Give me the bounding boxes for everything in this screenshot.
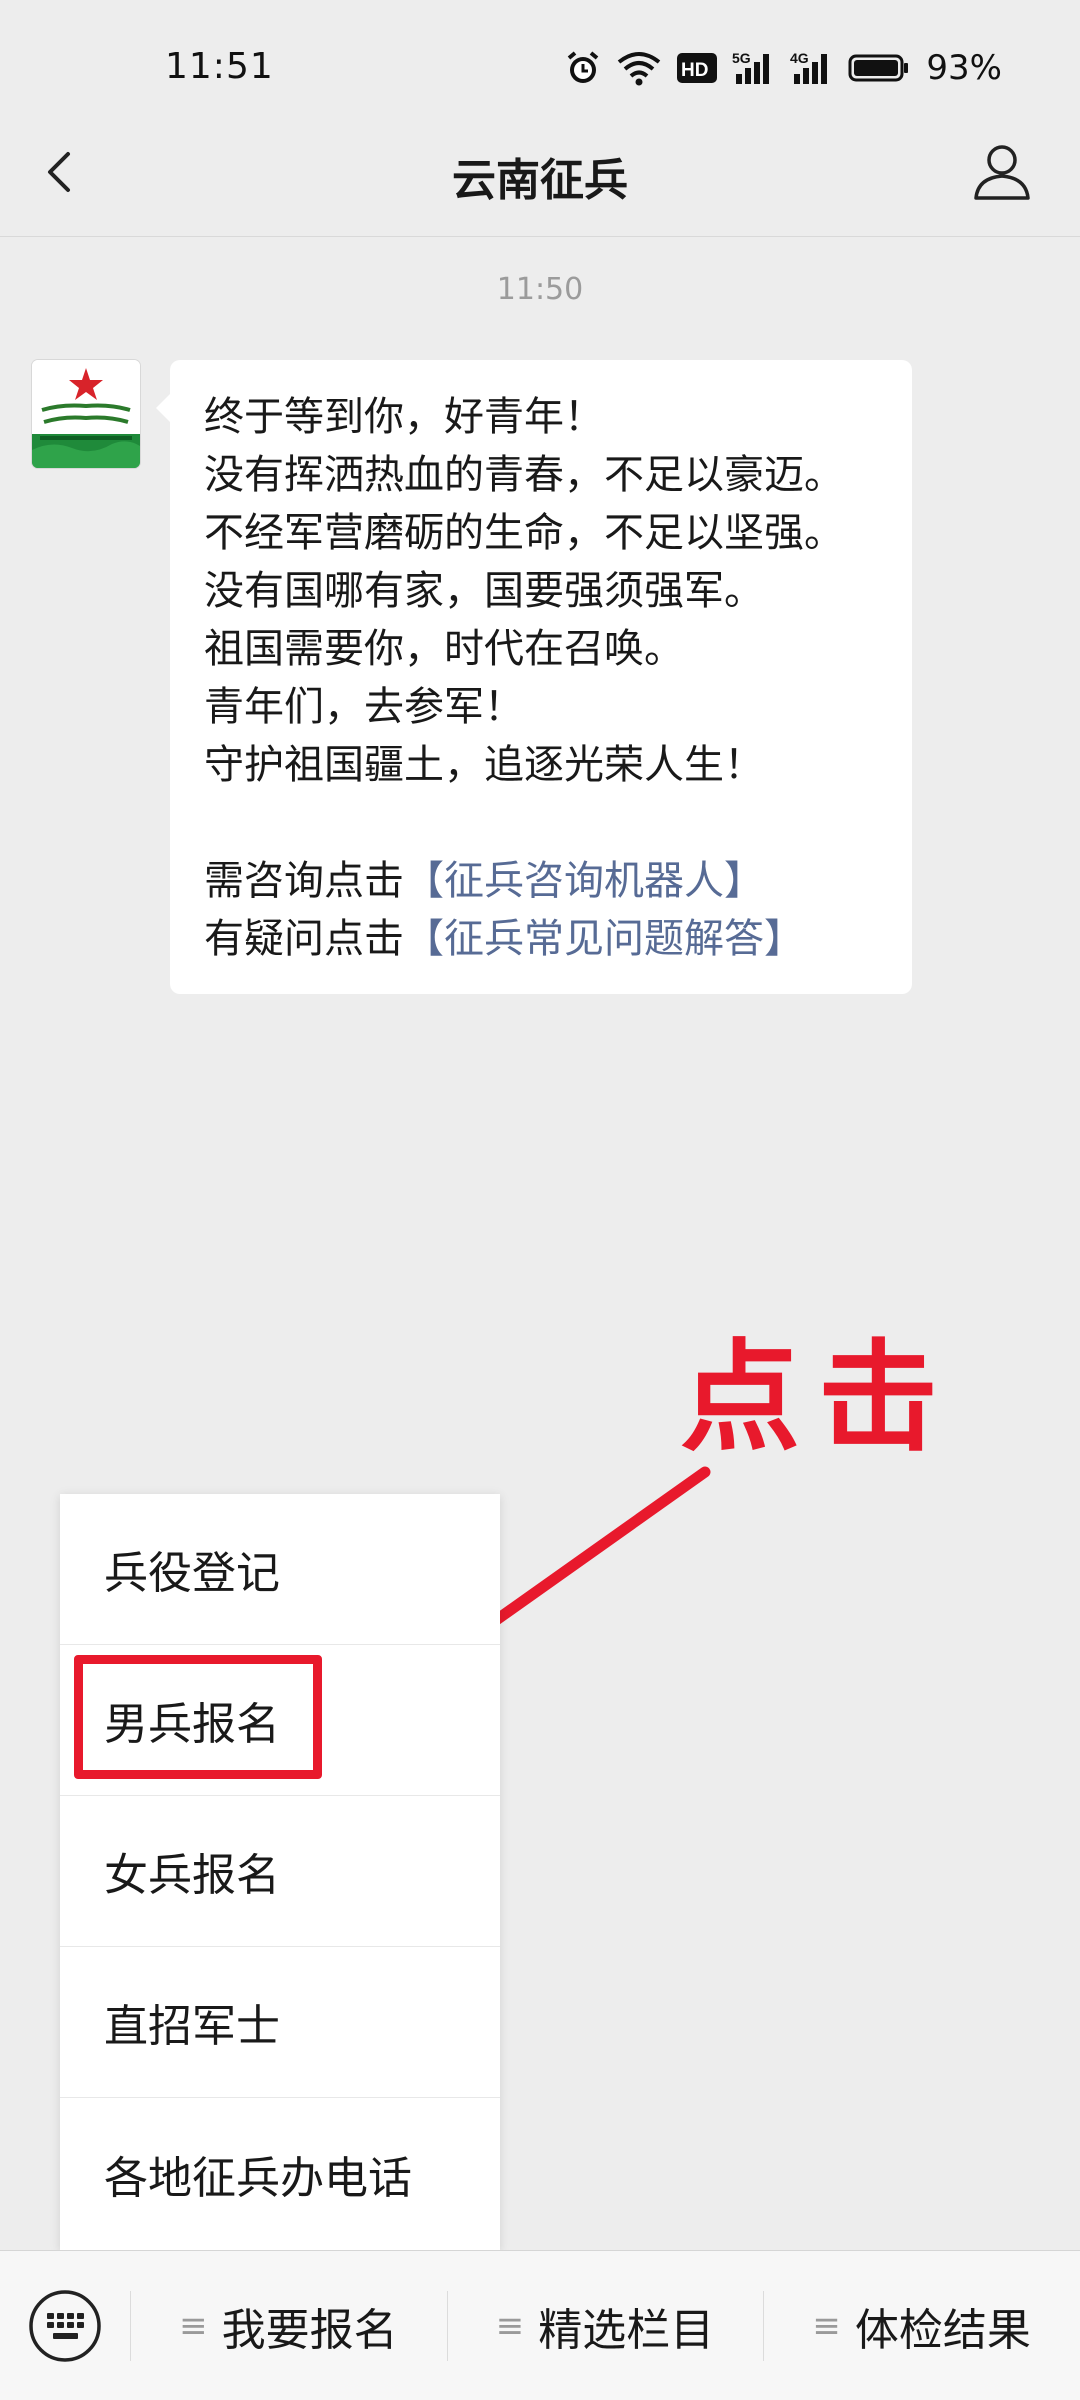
message-bubble: 终于等到你，好青年！ 没有挥洒热血的青春，不足以豪迈。 不经军营磨砺的生命，不足… — [156, 360, 912, 994]
profile-button[interactable] — [970, 140, 1034, 204]
svg-text:HD: HD — [681, 60, 708, 81]
annotation-click-label: 点击 — [680, 1329, 956, 1468]
tab-label: 体检结果 — [854, 2305, 1031, 2356]
status-time: 11:51 — [165, 46, 274, 87]
hd-icon: HD — [676, 51, 718, 85]
alarm-icon — [564, 49, 602, 87]
keyboard-toggle-button[interactable] — [0, 2251, 130, 2400]
faq-prefix: 有疑问点击 — [204, 916, 404, 962]
message-line: 守护祖国疆土，追逐光荣人生！ — [204, 742, 764, 788]
message-line: 祖国需要你，时代在召唤。 — [204, 626, 684, 672]
menu-item-local-office-phone[interactable]: 各地征兵办电话 — [60, 2098, 500, 2249]
menu-item-female-enlistment[interactable]: 女兵报名 — [60, 1796, 500, 1947]
consult-prefix: 需咨询点击 — [204, 858, 404, 904]
menu-item-military-registration[interactable]: 兵役登记 — [60, 1494, 500, 1645]
menu-lines-icon: ≡ — [495, 2306, 525, 2346]
menu-item-label: 兵役登记 — [104, 1548, 280, 1599]
menu-item-male-enlistment[interactable]: 男兵报名 — [60, 1645, 500, 1796]
tab-enlist[interactable]: ≡ 我要报名 — [130, 2251, 447, 2400]
svg-text:5G: 5G — [732, 50, 751, 66]
message-line: 青年们，去参军！ — [204, 684, 524, 730]
bottom-menu-bar: ≡ 我要报名 ≡ 精选栏目 ≡ 体检结果 — [0, 2250, 1080, 2400]
svg-text:4G: 4G — [790, 50, 809, 66]
yunnan-recruit-logo — [32, 360, 140, 468]
tab-featured[interactable]: ≡ 精选栏目 — [446, 2251, 764, 2400]
chat-timestamp: 11:50 — [496, 272, 584, 307]
5g-signal-icon: 5G — [732, 50, 776, 86]
status-icons: HD 5G 4G 93% — [564, 48, 1002, 88]
menu-lines-icon: ≡ — [179, 2306, 208, 2346]
tab-medical-results[interactable]: ≡ 体检结果 — [763, 2251, 1080, 2400]
tab-label: 我要报名 — [221, 2305, 398, 2356]
avatar[interactable] — [32, 360, 140, 468]
tab-label: 精选栏目 — [538, 2305, 715, 2356]
annotation-highlight-box — [74, 1655, 322, 1779]
menu-lines-icon: ≡ — [812, 2306, 841, 2346]
wifi-icon — [616, 50, 662, 86]
message-line: 没有国哪有家，国要强须强军。 — [204, 568, 764, 614]
faq-line: 有疑问点击【征兵常见问题解答】 — [204, 910, 880, 968]
nav-bar: 云南征兵 — [0, 110, 1080, 237]
consult-robot-link[interactable]: 【征兵咨询机器人】 — [404, 858, 764, 904]
popup-menu: 兵役登记 男兵报名 女兵报名 直招军士 各地征兵办电话 — [60, 1494, 500, 2250]
battery-percent: 93% — [926, 48, 1002, 88]
message-line: 不经军营磨砺的生命，不足以坚强。 — [204, 510, 844, 556]
wechat-chat-screen: 11:51 HD 5G 4G 93% 云南征兵 11:50 终于等到你，好青年！… — [0, 0, 1080, 2400]
person-icon — [974, 145, 1030, 200]
keyboard-icon — [29, 2290, 101, 2362]
faq-link[interactable]: 【征兵常见问题解答】 — [404, 916, 804, 962]
menu-item-label: 女兵报名 — [104, 1850, 280, 1901]
message-line: 终于等到你，好青年！ — [204, 394, 604, 440]
menu-item-label: 各地征兵办电话 — [104, 2152, 412, 2204]
4g-signal-icon: 4G — [790, 50, 834, 86]
message-line: 没有挥洒热血的青春，不足以豪迈。 — [204, 452, 844, 498]
battery-icon — [848, 53, 910, 83]
menu-item-direct-recruit-sergeant[interactable]: 直招军士 — [60, 1947, 500, 2098]
consult-line: 需咨询点击【征兵咨询机器人】 — [204, 852, 880, 910]
page-title: 云南征兵 — [452, 155, 628, 206]
menu-item-label: 直招军士 — [104, 2001, 280, 2052]
